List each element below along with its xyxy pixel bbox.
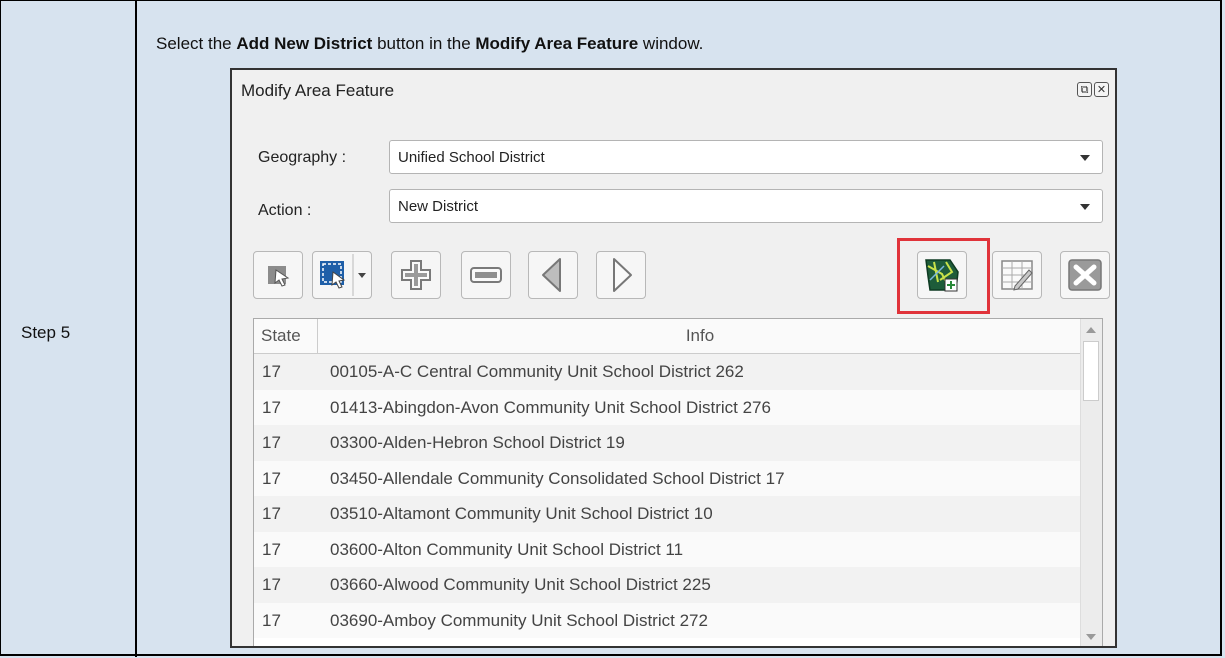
highlight-box (897, 238, 990, 314)
instruction-suffix: window. (638, 34, 704, 53)
step-label: Step 5 (21, 323, 71, 342)
instruction-prefix: Select the (156, 34, 237, 53)
scroll-up-icon[interactable] (1086, 327, 1096, 333)
action-label: Action : (258, 202, 312, 219)
table-row[interactable]: 17 03660-Alwood Community Unit School Dis… (254, 567, 1082, 603)
remove-tool[interactable] (461, 251, 511, 299)
cell-info: 00105-A-C Central Community Unit School … (330, 362, 744, 381)
action-value: New District (398, 198, 479, 215)
geography-select[interactable]: Unified School District (389, 140, 1103, 174)
region-select-icon (320, 254, 366, 296)
left-arrow-icon (542, 258, 561, 292)
table-body: 17 00105-A-C Central Community Unit Schoo… (254, 354, 1082, 638)
table-row[interactable]: 17 03510-Altamont Community Unit School D… (254, 496, 1082, 532)
table-row[interactable]: 17 00105-A-C Central Community Unit Schoo… (254, 354, 1082, 390)
minus-icon (470, 267, 502, 283)
action-select[interactable]: New District (389, 189, 1103, 223)
cell-info: 01413-Abingdon-Avon Community Unit Schoo… (330, 397, 771, 417)
instruction-text: Select the Add New District button in th… (156, 34, 703, 54)
column-header-info[interactable]: Info (318, 319, 1082, 353)
feature-table: State Info 17 00105-A-C Central Community… (253, 318, 1103, 646)
cell-state: 17 (262, 468, 281, 488)
select-region-tool[interactable] (312, 251, 372, 299)
title-buttons: ⧉ ✕ (1077, 82, 1109, 97)
table-row[interactable]: 17 03450-Allendale Community Consolidated… (254, 460, 1082, 496)
cell-state: 17 (262, 433, 281, 452)
chevron-down-icon (1080, 204, 1090, 210)
select-feature-tool[interactable] (253, 251, 303, 299)
cell-info: 03300-Alden-Hebron School District 19 (330, 433, 625, 452)
delete-button[interactable] (1060, 251, 1110, 299)
cell-info: 03660-Alwood Community Unit School Distr… (330, 575, 711, 594)
cell-state: 17 (262, 397, 281, 417)
table-row[interactable]: 17 03690-Amboy Community Unit School Dist… (254, 602, 1082, 638)
cell-state: 17 (262, 362, 281, 381)
table-header: State Info (254, 319, 1082, 354)
table-edit-icon (1001, 260, 1033, 291)
instruction-window-name: Modify Area Feature (475, 34, 639, 53)
cell-state: 17 (262, 504, 281, 523)
close-window-icon[interactable]: ✕ (1094, 82, 1109, 97)
cell-info: 03690-Amboy Community Unit School Distri… (330, 610, 708, 630)
previous-tool[interactable] (528, 251, 578, 299)
dialog-title: Modify Area Feature (241, 81, 395, 100)
cell-state: 17 (262, 539, 281, 559)
cell-info: 03450-Allendale Community Consolidated S… (330, 468, 785, 488)
vertical-scrollbar[interactable] (1080, 319, 1102, 646)
geography-value: Unified School District (398, 149, 545, 166)
cell-info: 03600-Alton Community Unit School Distri… (330, 539, 684, 559)
cell-info: 03510-Altamont Community Unit School Dis… (330, 504, 713, 523)
table-row[interactable]: 17 01413-Abingdon-Avon Community Unit Sch… (254, 389, 1082, 425)
cell-state: 17 (262, 575, 281, 594)
table-row[interactable]: 17 03600-Alton Community Unit School Dist… (254, 531, 1082, 567)
chevron-down-icon (1080, 155, 1090, 161)
cell-state: 17 (262, 610, 281, 630)
next-tool[interactable] (596, 251, 646, 299)
scroll-down-icon[interactable] (1086, 634, 1096, 640)
geography-label: Geography : (258, 149, 347, 166)
scroll-thumb[interactable] (1083, 341, 1099, 401)
select-cursor-icon (268, 266, 290, 287)
edit-table-button[interactable] (992, 251, 1042, 299)
float-window-icon[interactable]: ⧉ (1077, 82, 1092, 97)
instruction-table: Step 5 Select the Add New District butto… (0, 0, 1222, 657)
table-row[interactable]: 17 03300-Alden-Hebron School District 19 (254, 425, 1082, 461)
instruction-button-name: Add New District (236, 34, 373, 53)
x-icon (1068, 259, 1102, 291)
modify-area-feature-dialog: Modify Area Feature ⧉ ✕ Geography : Unif… (230, 68, 1117, 648)
step-column: Step 5 (1, 1, 137, 657)
column-header-state[interactable]: State (254, 319, 318, 353)
add-tool[interactable] (391, 251, 441, 299)
right-arrow-icon (613, 258, 632, 292)
instruction-middle: button in the (372, 34, 476, 53)
plus-icon (401, 260, 431, 290)
